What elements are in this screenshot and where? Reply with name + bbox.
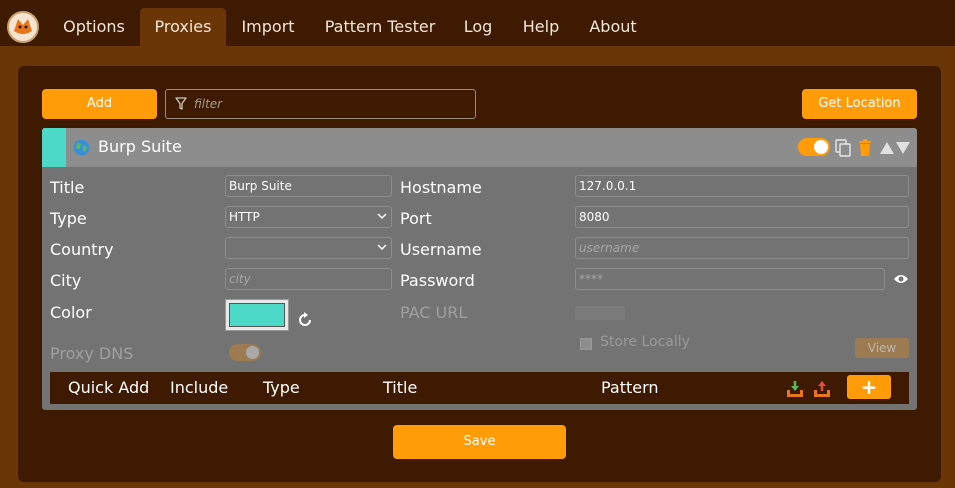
filter-icon [175,97,187,110]
chevron-down-icon [377,244,387,251]
type-select-value: HTTP [229,210,260,224]
proxy-enabled-toggle[interactable] [798,138,830,156]
import-patterns-icon[interactable] [786,380,804,398]
add-button[interactable]: Add [42,89,157,119]
hostname-field[interactable]: 127.0.0.1 [575,175,909,197]
pac-url-label: PAC URL [400,303,468,322]
proxy-name: Burp Suite [98,137,182,156]
proxy-dns-label: Proxy DNS [50,344,134,363]
proxy-color-strip [42,128,66,167]
column-header: Quick Add [68,378,150,397]
store-locally-checkbox[interactable] [580,338,592,350]
chevron-down-icon [377,213,387,220]
color-picker[interactable] [225,299,289,331]
proxy-card-header[interactable]: Burp Suite [42,128,917,167]
password-field[interactable]: **** [575,268,885,290]
title-field[interactable]: Burp Suite [225,175,392,197]
delete-icon[interactable] [857,139,873,157]
country-label: Country [50,240,114,259]
export-patterns-icon[interactable] [813,380,831,398]
tab-about[interactable]: About [576,8,650,46]
column-header: Type [263,378,300,397]
city-label: City [50,271,82,290]
duplicate-icon[interactable] [835,139,851,157]
show-password-icon[interactable] [893,273,909,285]
globe-icon [73,139,90,156]
proxy-dns-toggle[interactable] [229,344,261,361]
patterns-table-header: Quick Add Include Type Title Pattern + [50,372,909,404]
hostname-label: Hostname [400,178,482,197]
add-pattern-button[interactable]: + [847,375,891,399]
get-location-button[interactable]: Get Location [802,89,917,119]
foxyproxy-logo-icon [7,11,39,43]
filter-box [165,89,476,119]
type-select[interactable]: HTTP [225,206,392,228]
tab-pattern-tester[interactable]: Pattern Tester [312,8,448,46]
username-field[interactable]: username [575,237,909,259]
pac-url-field [575,306,625,320]
country-select[interactable] [225,237,392,259]
tab-help[interactable]: Help [508,8,574,46]
column-header: Title [383,378,418,397]
proxy-card: Burp Suite Title Type Country City Color… [42,128,917,410]
save-button[interactable]: Save [393,425,566,459]
color-label: Color [50,303,92,322]
random-color-icon[interactable] [296,311,314,329]
view-button[interactable]: View [855,338,909,358]
username-label: Username [400,240,482,259]
password-label: Password [400,271,475,290]
move-up-icon[interactable] [879,139,895,157]
tab-proxies[interactable]: Proxies [140,8,226,46]
tab-options[interactable]: Options [48,8,140,46]
port-label: Port [400,209,432,228]
move-down-icon[interactable] [895,139,911,157]
column-header: Include [170,378,229,397]
port-field[interactable]: 8080 [575,206,909,228]
tab-log[interactable]: Log [450,8,506,46]
store-locally-label: Store Locally [600,334,690,350]
city-field[interactable]: city [225,268,392,290]
type-label: Type [50,209,87,228]
top-nav: Options Proxies Import Pattern Tester Lo… [0,0,955,46]
tab-import[interactable]: Import [226,8,310,46]
column-header: Pattern [601,378,659,397]
title-label: Title [50,178,85,197]
filter-input[interactable] [194,94,464,114]
